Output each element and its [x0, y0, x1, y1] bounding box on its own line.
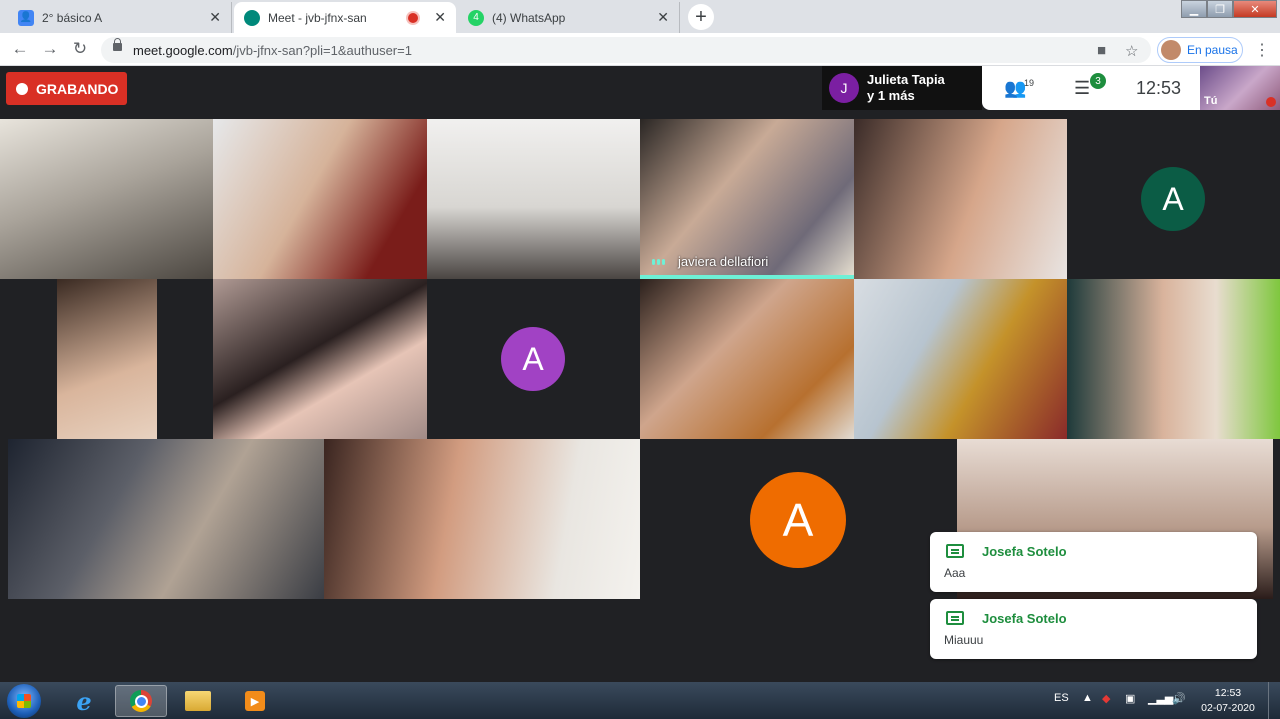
tab-classroom[interactable]: 👤 2° básico A ✕: [8, 2, 232, 33]
browser-toolbar: ← → ↻ meet.google.com/jvb-jfnx-san?pli=1…: [0, 33, 1280, 66]
participant-video-tile[interactable]: [427, 119, 640, 279]
chat-sender: Josefa Sotelo: [982, 611, 1067, 626]
new-tab-button[interactable]: +: [688, 4, 714, 30]
profile-label: En pausa: [1187, 43, 1238, 57]
participant-video-tile[interactable]: javiera dellafiori: [640, 119, 854, 279]
whatsapp-icon: 4: [468, 9, 484, 26]
file-explorer-icon[interactable]: [172, 685, 224, 717]
antivirus-icon[interactable]: ◆: [1102, 692, 1110, 705]
recording-label: GRABANDO: [36, 80, 119, 97]
clock-date: 02-07-2020: [1201, 702, 1255, 714]
system-clock[interactable]: 12:53 02-07-2020: [1200, 686, 1256, 716]
tab-strip: 👤 2° básico A ✕ Meet - jvb-jfnx-san ✕ 4 …: [0, 0, 1280, 33]
self-view-tile[interactable]: Tú: [1200, 66, 1280, 110]
media-player-icon[interactable]: ▶: [229, 685, 281, 717]
participant-video-tile[interactable]: [640, 279, 854, 439]
participant-video-tile[interactable]: [8, 439, 324, 599]
close-window-button[interactable]: ✕: [1233, 0, 1277, 18]
participant-video-tile[interactable]: [854, 279, 1067, 439]
minimize-button[interactable]: ▁: [1181, 0, 1207, 18]
device-icon[interactable]: ▣: [1125, 692, 1135, 705]
close-icon[interactable]: ✕: [434, 9, 446, 26]
close-icon[interactable]: ✕: [209, 9, 221, 26]
show-desktop-button[interactable]: [1268, 682, 1280, 719]
start-button[interactable]: [7, 684, 41, 718]
meet-icon: [244, 9, 260, 26]
tab-title: Meet - jvb-jfnx-san: [268, 10, 367, 25]
participant-avatar-tile[interactable]: A: [427, 279, 640, 439]
presenter-name: Julieta Tapia: [867, 72, 945, 87]
chat-message-icon: [946, 611, 964, 625]
presenter-avatar: J: [829, 73, 859, 103]
reload-icon[interactable]: ↻: [70, 39, 90, 59]
profile-avatar: [1161, 40, 1181, 60]
self-label: Tú: [1204, 95, 1218, 107]
participant-video-tile[interactable]: [324, 439, 640, 599]
url-text: meet.google.com/jvb-jfnx-san?pli=1&authu…: [133, 43, 412, 58]
chat-message: Miauuu: [944, 633, 984, 647]
presenter-extra: y 1 más: [867, 88, 915, 103]
participant-video-tile[interactable]: [0, 279, 213, 439]
participant-avatar: A: [501, 327, 565, 391]
chrome-icon[interactable]: [115, 685, 167, 717]
back-arrow-icon[interactable]: ←: [10, 39, 30, 59]
lock-icon: [113, 38, 122, 51]
chat-notification[interactable]: Josefa Sotelo Miauuu: [930, 599, 1257, 659]
participant-avatar: A: [750, 472, 846, 568]
classroom-icon: 👤: [18, 9, 34, 26]
maximize-button[interactable]: ❐: [1207, 0, 1233, 18]
clock-time: 12:53: [1214, 687, 1242, 699]
close-icon[interactable]: ✕: [657, 9, 669, 26]
record-dot-icon: [16, 82, 28, 95]
participant-name: javiera dellafiori: [678, 254, 769, 269]
participant-avatar: A: [1141, 167, 1205, 231]
star-icon[interactable]: ☆: [1125, 42, 1138, 60]
participants-count: 19: [1024, 78, 1035, 88]
volume-icon[interactable]: 🔊: [1172, 692, 1186, 705]
participant-video-tile[interactable]: [1067, 279, 1280, 439]
chat-icon[interactable]: ☰: [1074, 78, 1090, 99]
profile-button[interactable]: En pausa: [1157, 37, 1243, 63]
recording-badge: GRABANDO: [6, 72, 127, 105]
participant-video-tile[interactable]: [0, 119, 213, 279]
address-bar[interactable]: meet.google.com/jvb-jfnx-san?pli=1&authu…: [101, 37, 1151, 63]
participant-video-tile[interactable]: [213, 279, 427, 439]
tab-whatsapp[interactable]: 4 (4) WhatsApp ✕: [458, 2, 680, 33]
language-indicator[interactable]: ES: [1054, 692, 1069, 704]
url-path: /jvb-jfnx-san?pli=1&authuser=1: [232, 43, 412, 58]
browser-menu-icon[interactable]: ⋮: [1254, 40, 1270, 60]
audio-level-icon: [652, 259, 665, 265]
show-hidden-icons-icon[interactable]: ▲: [1082, 692, 1093, 704]
network-signal-icon[interactable]: ▁▃▅: [1148, 692, 1173, 705]
chat-message: Aaa: [944, 566, 966, 580]
camera-icon[interactable]: ■: [1097, 42, 1106, 59]
participant-avatar-tile[interactable]: A: [1067, 119, 1280, 279]
meeting-clock: 12:53: [1136, 78, 1182, 98]
chat-sender: Josefa Sotelo: [982, 544, 1067, 559]
recording-indicator-icon: [408, 12, 419, 23]
url-host: meet.google.com: [133, 43, 233, 58]
internet-explorer-icon[interactable]: e: [58, 685, 110, 717]
tab-meet[interactable]: Meet - jvb-jfnx-san ✕: [234, 2, 456, 33]
tab-title: 2° básico A: [42, 10, 103, 25]
tab-title: (4) WhatsApp: [492, 10, 566, 25]
chat-message-icon: [946, 544, 964, 558]
chat-badge: 3: [1090, 73, 1106, 89]
presenter-chip[interactable]: J Julieta Tapia y 1 más: [822, 66, 982, 110]
participant-video-tile[interactable]: [854, 119, 1067, 279]
participant-avatar-tile[interactable]: A: [640, 439, 957, 599]
chat-notification[interactable]: Josefa Sotelo Aaa: [930, 532, 1257, 592]
participant-video-tile[interactable]: [213, 119, 427, 279]
forward-arrow-icon[interactable]: →: [40, 39, 60, 59]
mic-muted-icon: [1266, 97, 1276, 107]
